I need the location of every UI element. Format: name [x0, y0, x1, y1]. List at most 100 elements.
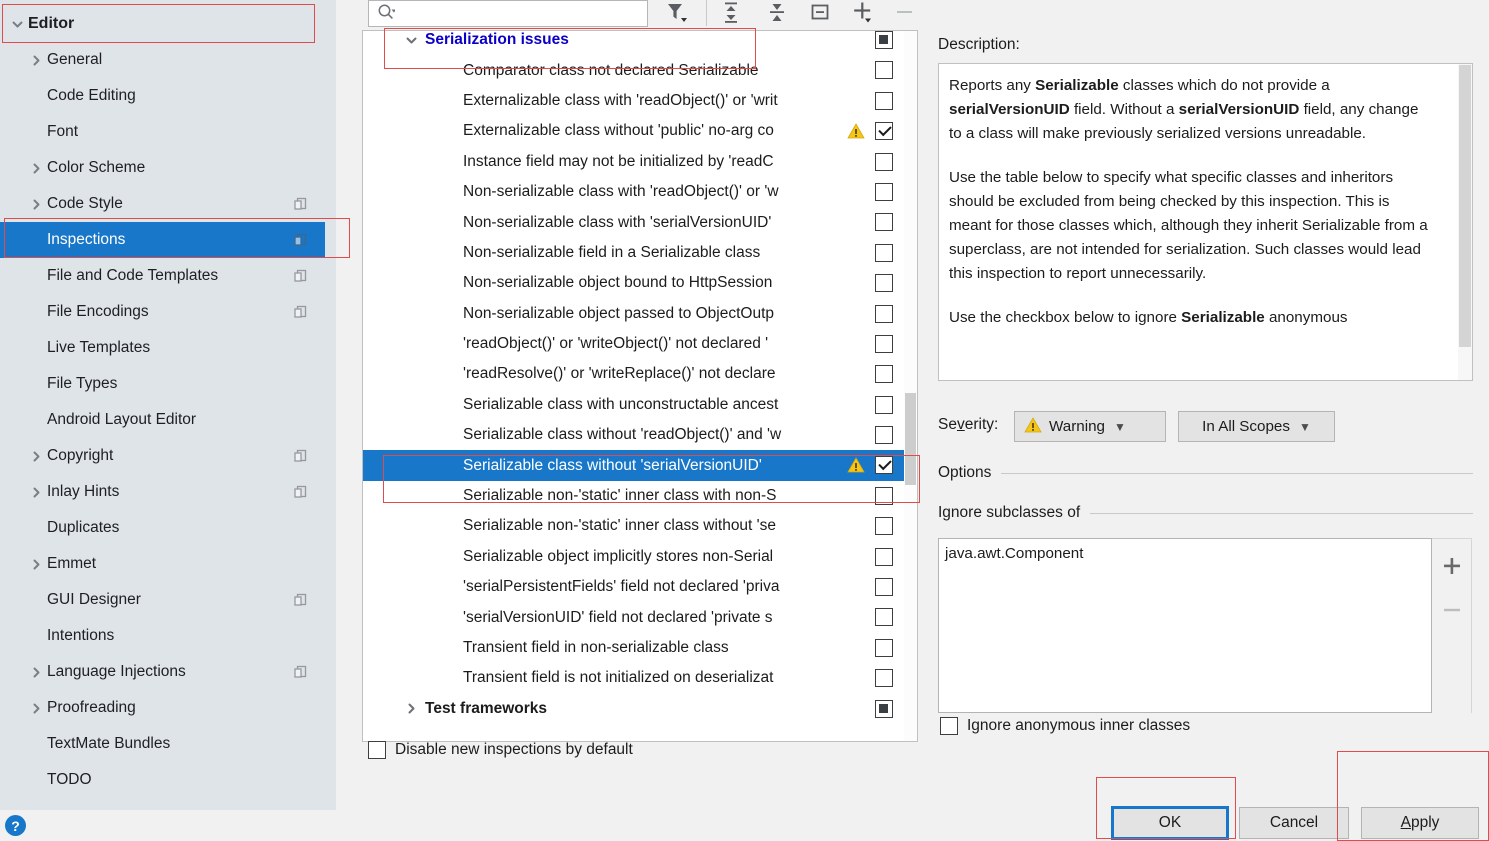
- warning-icon: [1024, 416, 1042, 438]
- sidebar-item-code-editing[interactable]: Code Editing: [0, 78, 325, 114]
- sidebar-item-emmet[interactable]: Emmet: [0, 546, 325, 582]
- sidebar-item-intentions[interactable]: Intentions: [0, 618, 325, 654]
- inspection-row[interactable]: Serializable non-'static' inner class wi…: [363, 481, 917, 511]
- inspection-row[interactable]: Comparator class not declared Serializab…: [363, 55, 917, 85]
- inspection-tree-scrollbar-thumb[interactable]: [905, 393, 916, 485]
- reset-icon[interactable]: [803, 0, 837, 28]
- cancel-button[interactable]: Cancel: [1239, 807, 1349, 839]
- inspection-row[interactable]: Serializable non-'static' inner class wi…: [363, 511, 917, 541]
- inspection-row[interactable]: Instance field may not be initialized by…: [363, 147, 917, 177]
- add-icon[interactable]: [846, 0, 880, 28]
- sidebar-item-color-scheme[interactable]: Color Scheme: [0, 150, 325, 186]
- inspection-row[interactable]: 'readResolve()' or 'writeReplace()' not …: [363, 359, 917, 389]
- inspection-row[interactable]: 'readObject()' or 'writeObject()' not de…: [363, 329, 917, 359]
- inspection-checkbox[interactable]: [875, 608, 893, 627]
- add-class-button[interactable]: [1432, 547, 1472, 585]
- sidebar-item-file-and-code-templates[interactable]: File and Code Templates: [0, 258, 325, 294]
- sidebar-item-textmate-bundles[interactable]: TextMate Bundles: [0, 726, 325, 762]
- apply-button[interactable]: Apply: [1361, 807, 1479, 839]
- inspection-row[interactable]: Serializable class with unconstructable …: [363, 390, 917, 420]
- ignore-anonymous-checkbox[interactable]: [940, 717, 958, 735]
- settings-sidebar: Editor General Code Editing Font Color Schem…: [0, 0, 660, 810]
- inspection-row[interactable]: 'serialPersistentFields' field not decla…: [363, 572, 917, 602]
- sidebar-item-todo[interactable]: TODO: [0, 762, 325, 798]
- inspection-row[interactable]: 'serialVersionUID' field not declared 'p…: [363, 602, 917, 632]
- sidebar-item-font[interactable]: Font: [0, 114, 325, 150]
- sidebar-item-duplicates[interactable]: Duplicates: [0, 510, 325, 546]
- sidebar-item-android-layout-editor[interactable]: Android Layout Editor: [0, 402, 325, 438]
- inspection-row[interactable]: Non-serializable object passed to Object…: [363, 299, 917, 329]
- chevron-down-icon[interactable]: [403, 31, 419, 55]
- inspection-row[interactable]: Transient field in non-serializable clas…: [363, 633, 917, 663]
- sidebar-item-file-encodings[interactable]: File Encodings: [0, 294, 325, 330]
- inspection-row[interactable]: Serializable class without 'readObject()…: [363, 420, 917, 450]
- sidebar-item-general[interactable]: General: [0, 42, 325, 78]
- inspection-row[interactable]: Externalizable class without 'public' no…: [363, 116, 917, 146]
- sidebar-item-inspections[interactable]: Inspections: [0, 222, 325, 258]
- inspection-checkbox[interactable]: [875, 152, 893, 171]
- sidebar-item-proofreading[interactable]: Proofreading: [0, 690, 325, 726]
- filter-icon[interactable]: [660, 0, 694, 28]
- inspection-row[interactable]: Externalizable class with 'readObject()'…: [363, 86, 917, 116]
- inspection-checkbox[interactable]: [875, 669, 893, 688]
- ignore-anonymous-row[interactable]: Ignore anonymous inner classes: [940, 717, 1190, 735]
- inspection-row[interactable]: Serialization issues: [363, 31, 917, 55]
- description-paragraph: Use the table below to specify what spec…: [949, 169, 1428, 282]
- sidebar-item-file-types[interactable]: File Types: [0, 366, 325, 402]
- inspection-checkbox[interactable]: [875, 274, 893, 293]
- inspection-checkbox[interactable]: [875, 486, 893, 505]
- section-divider: [1090, 512, 1473, 514]
- inspection-row[interactable]: Transient field is not initialized on de…: [363, 663, 917, 693]
- expand-all-icon[interactable]: [714, 0, 748, 28]
- inspection-checkbox[interactable]: [875, 334, 893, 353]
- inspection-row[interactable]: Non-serializable field in a Serializable…: [363, 238, 917, 268]
- inspection-tree[interactable]: Serialization issues Comparator class not…: [362, 30, 918, 742]
- scope-dropdown[interactable]: In All Scopes ▼: [1178, 411, 1335, 442]
- sidebar-scrollbar-track[interactable]: [325, 0, 660, 810]
- inspection-row-selected[interactable]: Serializable class without 'serialVersio…: [363, 450, 917, 481]
- inspection-row[interactable]: Serializable object implicitly stores no…: [363, 542, 917, 572]
- inspection-checkbox[interactable]: [875, 365, 893, 384]
- disable-new-inspections-checkbox[interactable]: [368, 741, 386, 759]
- inspection-row[interactable]: Non-serializable class with 'readObject(…: [363, 177, 917, 207]
- sidebar-item-editor[interactable]: Editor: [0, 6, 325, 42]
- inspection-checkbox[interactable]: [875, 699, 893, 718]
- inspection-checkbox[interactable]: [875, 638, 893, 657]
- inspection-checkbox[interactable]: [875, 517, 893, 536]
- chevron-right-icon[interactable]: [403, 694, 419, 724]
- inspection-row[interactable]: Non-serializable class with 'serialVersi…: [363, 207, 917, 237]
- sidebar-item-gui-designer[interactable]: GUI Designer: [0, 582, 325, 618]
- inspection-checkbox[interactable]: [875, 213, 893, 232]
- sidebar-item-code-style[interactable]: Code Style: [0, 186, 325, 222]
- description-scrollbar-thumb[interactable]: [1459, 65, 1471, 347]
- help-icon[interactable]: ?: [5, 815, 26, 836]
- inspection-row[interactable]: Test frameworks: [363, 694, 917, 724]
- search-input[interactable]: [368, 0, 648, 27]
- ok-button[interactable]: OK: [1111, 806, 1229, 840]
- description-scrollbar-track[interactable]: [1458, 64, 1472, 380]
- sidebar-item-copyright[interactable]: Copyright: [0, 438, 325, 474]
- inspection-checkbox[interactable]: [875, 456, 893, 475]
- inspection-label: Transient field is not initialized on de…: [463, 669, 774, 687]
- inspection-checkbox[interactable]: [875, 243, 893, 262]
- inspection-checkbox[interactable]: [875, 31, 893, 49]
- disable-new-inspections-row[interactable]: Disable new inspections by default: [368, 741, 633, 759]
- inspection-checkbox[interactable]: [875, 547, 893, 566]
- sidebar-item-inlay-hints[interactable]: Inlay Hints: [0, 474, 325, 510]
- inspection-tree-scrollbar-track[interactable]: [904, 31, 917, 741]
- inspection-checkbox[interactable]: [875, 61, 893, 80]
- list-item[interactable]: java.awt.Component: [939, 539, 1431, 562]
- severity-dropdown[interactable]: Warning ▼: [1014, 411, 1166, 442]
- inspection-checkbox[interactable]: [875, 304, 893, 323]
- sidebar-item-language-injections[interactable]: Language Injections: [0, 654, 325, 690]
- inspection-checkbox[interactable]: [875, 395, 893, 414]
- ignore-subclasses-list[interactable]: java.awt.Component: [938, 538, 1432, 713]
- inspection-checkbox[interactable]: [875, 578, 893, 597]
- sidebar-item-live-templates[interactable]: Live Templates: [0, 330, 325, 366]
- inspection-checkbox[interactable]: [875, 426, 893, 445]
- inspection-checkbox[interactable]: [875, 91, 893, 110]
- inspection-checkbox[interactable]: [875, 182, 893, 201]
- collapse-all-icon[interactable]: [760, 0, 794, 28]
- inspection-row[interactable]: Non-serializable object bound to HttpSes…: [363, 268, 917, 298]
- inspection-checkbox[interactable]: [875, 122, 893, 141]
